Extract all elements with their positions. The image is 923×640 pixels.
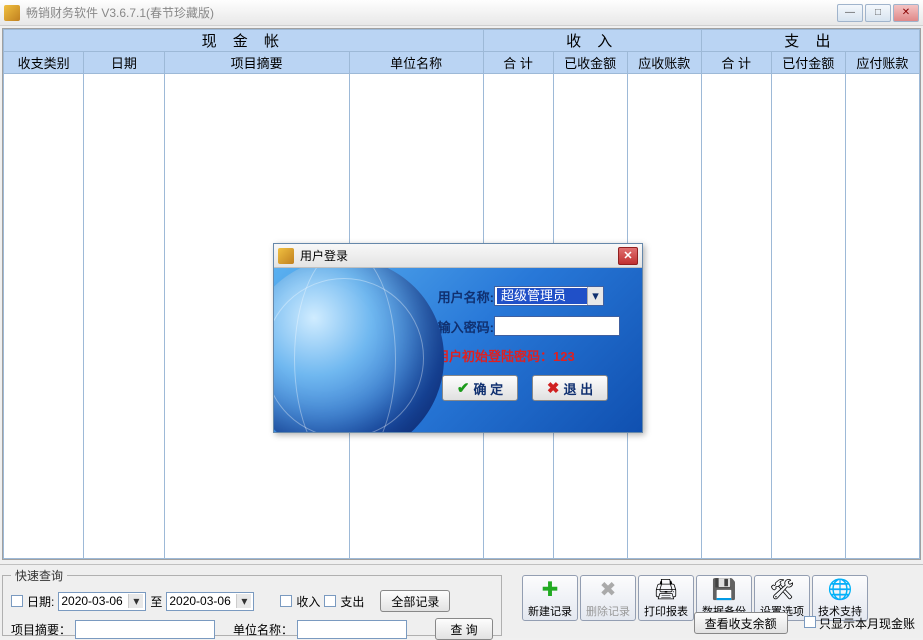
only-this-month-label: 只显示本月现金账 <box>819 617 915 631</box>
date-to-label: 至 <box>150 593 162 610</box>
app-icon <box>4 5 20 21</box>
x-icon: ✖ <box>547 379 560 397</box>
all-records-button[interactable]: 全部记录 <box>380 590 450 612</box>
wrench-icon: 🛠 <box>770 577 794 601</box>
expense-label: 支出 <box>340 593 364 610</box>
floppy-icon: 💾 <box>712 577 736 601</box>
group-cash: 现 金 帐 <box>4 30 484 52</box>
col-type[interactable]: 收支类别 <box>4 52 84 74</box>
date-from-input[interactable]: 2020-03-06 <box>58 592 146 611</box>
password-hint: 用户初始登陆密码：123 <box>436 346 620 365</box>
quick-query-legend: 快速查询 <box>11 567 67 584</box>
unit-input[interactable] <box>297 620 407 639</box>
printer-icon: 🖨 <box>654 577 678 601</box>
login-app-icon <box>278 248 294 264</box>
username-label: 用户名称: <box>424 287 494 306</box>
login-exit-button[interactable]: ✖ 退 出 <box>532 375 608 401</box>
globe-graphic <box>274 268 444 432</box>
col-expense-total[interactable]: 合 计 <box>701 52 771 74</box>
bottom-panel: 快速查询 日期: 2020-03-06 至 2020-03-06 收入 支出 全… <box>0 564 923 638</box>
chevron-down-icon[interactable]: ▾ <box>587 287 603 305</box>
summary-input[interactable] <box>75 620 215 639</box>
date-checkbox[interactable] <box>11 595 23 607</box>
login-body: 用户名称: 超级管理员 ▾ 输入密码: 用户初始登陆密码：123 ✔ 确 定 ✖… <box>274 268 642 432</box>
print-report-button[interactable]: 🖨 打印报表 <box>638 575 694 621</box>
login-ok-button[interactable]: ✔ 确 定 <box>442 375 518 401</box>
maximize-button[interactable]: □ <box>865 4 891 22</box>
col-date[interactable]: 日期 <box>84 52 164 74</box>
col-unit[interactable]: 单位名称 <box>349 52 483 74</box>
col-payable[interactable]: 应付账款 <box>845 52 919 74</box>
only-this-month-checkbox[interactable] <box>804 616 816 628</box>
password-input[interactable] <box>494 316 620 336</box>
main-titlebar: 畅销财务软件 V3.6.7.1(春节珍藏版) — □ ✕ <box>0 0 923 26</box>
income-label: 收入 <box>296 593 320 610</box>
unit-label: 单位名称： <box>233 621 293 638</box>
expense-checkbox[interactable] <box>324 595 336 607</box>
col-receivable[interactable]: 应收账款 <box>627 52 701 74</box>
delete-record-button[interactable]: ✖ 删除记录 <box>580 575 636 621</box>
group-expense: 支 出 <box>701 30 919 52</box>
username-value: 超级管理员 <box>497 288 601 304</box>
date-label: 日期: <box>27 593 54 610</box>
window-title: 畅销财务软件 V3.6.7.1(春节珍藏版) <box>26 4 837 21</box>
search-button[interactable]: 查 询 <box>435 618 493 640</box>
username-combo[interactable]: 超级管理员 ▾ <box>494 286 604 306</box>
col-income-total[interactable]: 合 计 <box>483 52 553 74</box>
date-to-input[interactable]: 2020-03-06 <box>166 592 254 611</box>
quick-query-group: 快速查询 日期: 2020-03-06 至 2020-03-06 收入 支出 全… <box>2 567 502 636</box>
minimize-button[interactable]: — <box>837 4 863 22</box>
summary-label: 项目摘要： <box>11 621 71 638</box>
login-title: 用户登录 <box>300 247 348 264</box>
col-summary[interactable]: 项目摘要 <box>164 52 349 74</box>
login-dialog: 用户登录 ✕ 用户名称: 超级管理员 ▾ 输入密码: 用户初始登陆密码：123 … <box>273 243 643 433</box>
delete-icon: ✖ <box>596 577 620 601</box>
new-record-button[interactable]: ✚ 新建记录 <box>522 575 578 621</box>
col-received[interactable]: 已收金额 <box>553 52 627 74</box>
plus-icon: ✚ <box>538 577 562 601</box>
view-balance-button[interactable]: 查看收支余额 <box>694 612 788 634</box>
login-close-button[interactable]: ✕ <box>618 247 638 265</box>
check-icon: ✔ <box>457 379 470 397</box>
login-titlebar[interactable]: 用户登录 ✕ <box>274 244 642 268</box>
col-paid[interactable]: 已付金额 <box>771 52 845 74</box>
income-checkbox[interactable] <box>280 595 292 607</box>
globe-icon: 🌐 <box>828 577 852 601</box>
close-button[interactable]: ✕ <box>893 4 919 22</box>
group-income: 收 入 <box>483 30 701 52</box>
